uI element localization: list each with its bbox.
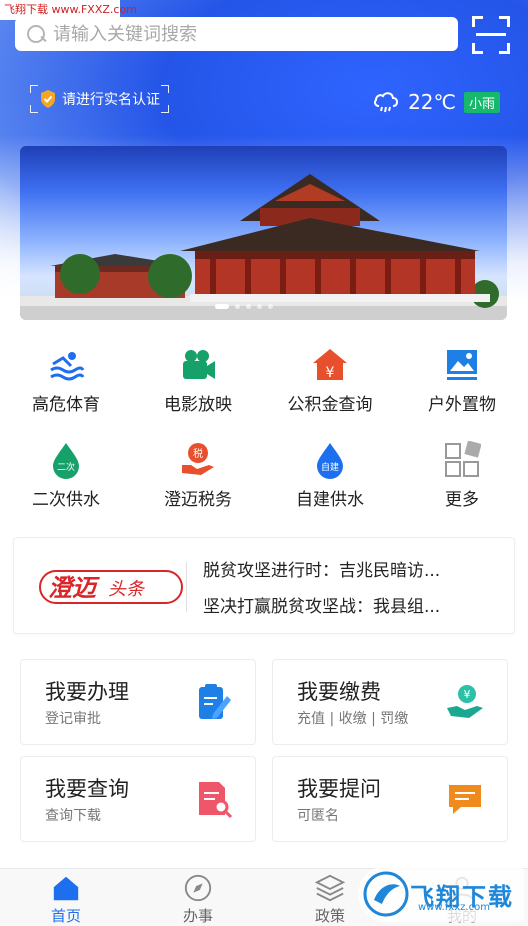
chat-bubble-icon <box>449 785 481 814</box>
news-item[interactable]: 坚决打赢脱贫攻坚战：我县组... <box>203 592 503 617</box>
card-title: 我要查询 <box>45 777 129 801</box>
tab-home[interactable]: 首页 <box>0 869 132 926</box>
banner-carousel[interactable] <box>20 146 507 320</box>
watermark-logo-icon <box>363 871 409 917</box>
shield-check-icon <box>41 90 55 108</box>
scan-icon[interactable] <box>472 16 510 54</box>
svg-text:头条: 头条 <box>108 579 146 600</box>
card-subtitle: 查询下载 <box>45 808 101 824</box>
svg-text:澄迈: 澄迈 <box>48 574 100 602</box>
tab-label: 首页 <box>50 907 81 925</box>
card-pay[interactable]: 我要缴费 充值 | 收缴 | 罚缴 ¥ <box>272 659 508 745</box>
rain-cloud-icon <box>374 92 399 113</box>
watermark-url: www.fxxz.com <box>418 902 490 913</box>
service-item[interactable]: 电影放映 <box>132 338 264 433</box>
home-icon <box>53 876 79 901</box>
document-search-icon <box>199 782 233 819</box>
temple-image <box>20 174 507 320</box>
service-item[interactable]: 税 澄迈税务 <box>132 433 264 528</box>
tab-label: 政策 <box>314 907 345 925</box>
compass-icon <box>184 874 212 902</box>
temperature: 22℃ <box>408 90 456 114</box>
hand-coin-icon: ¥ <box>447 685 483 718</box>
picture-icon <box>447 350 477 380</box>
more-grid-icon <box>445 441 481 477</box>
service-item[interactable]: 更多 <box>396 433 528 528</box>
tab-services[interactable]: 办事 <box>132 869 264 926</box>
service-label: 自建供水 <box>296 490 364 510</box>
service-item[interactable]: 高危体育 <box>0 338 132 433</box>
card-ask[interactable]: 我要提问 可匿名 <box>272 756 508 842</box>
tax-hand-icon: 税 <box>182 443 214 475</box>
card-subtitle: 可匿名 <box>297 808 339 824</box>
service-label: 公积金查询 <box>287 395 373 415</box>
card-query[interactable]: 我要查询 查询下载 <box>20 756 256 842</box>
service-label: 高危体育 <box>32 395 100 415</box>
card-title: 我要缴费 <box>297 680 381 704</box>
house-yen-icon: ¥ <box>313 349 347 381</box>
service-item[interactable]: 二次 二次供水 <box>0 433 132 528</box>
service-label: 电影放映 <box>164 395 232 415</box>
svg-text:税: 税 <box>193 447 203 460</box>
chengmai-headline-logo: 澄迈 头条 <box>39 570 183 604</box>
service-item[interactable]: 自建 自建供水 <box>264 433 396 528</box>
card-subtitle: 登记审批 <box>45 711 101 727</box>
service-label: 更多 <box>445 490 479 510</box>
card-title: 我要提问 <box>297 777 381 801</box>
svg-text:二次: 二次 <box>57 461 75 473</box>
verify-label: 请进行实名认证 <box>62 92 160 108</box>
search-icon <box>25 23 47 45</box>
card-handle[interactable]: 我要办理 登记审批 <box>20 659 256 745</box>
service-label: 户外置物 <box>428 395 496 415</box>
service-item[interactable]: 户外置物 <box>396 338 528 433</box>
movie-camera-icon <box>183 350 215 379</box>
svg-text:自建: 自建 <box>321 461 339 473</box>
service-label: 二次供水 <box>32 490 100 510</box>
service-item[interactable]: ¥ 公积金查询 <box>264 338 396 433</box>
search-bar[interactable] <box>15 17 458 51</box>
news-item[interactable]: 脱贫攻坚进行时：吉兆民暗访... <box>203 556 503 581</box>
real-name-verify-button[interactable]: 请进行实名认证 <box>30 85 169 113</box>
service-grid: 高危体育 电影放映 ¥ 公积金查询 户外置物 二次 二次供水 税 澄迈税务 自建… <box>0 338 528 528</box>
service-label: 澄迈税务 <box>164 490 232 510</box>
tab-label: 办事 <box>182 907 213 925</box>
card-title: 我要办理 <box>45 680 129 704</box>
weather-widget: 22℃ 小雨 <box>372 90 500 114</box>
svg-text:¥: ¥ <box>464 688 471 701</box>
water-drop-icon: 自建 <box>317 443 343 479</box>
watermark-badge: 飞翔下载 www.fxxz.com <box>358 866 524 922</box>
news-headlines: 澄迈 头条 脱贫攻坚进行时：吉兆民暗访... 坚决打赢脱贫攻坚战：我县组... <box>13 537 515 634</box>
layers-icon <box>314 874 346 902</box>
water-drop-icon: 二次 <box>53 443 79 479</box>
watermark-label: 飞翔下载 www.FXXZ.com <box>0 0 137 20</box>
card-subtitle: 充值 | 收缴 | 罚缴 <box>297 711 409 727</box>
svg-text:¥: ¥ <box>326 365 335 381</box>
clipboard-pen-icon <box>199 684 231 719</box>
weather-condition-badge: 小雨 <box>463 91 500 113</box>
swimming-icon <box>50 352 85 381</box>
carousel-dots[interactable] <box>215 304 273 309</box>
search-input[interactable] <box>53 23 458 45</box>
